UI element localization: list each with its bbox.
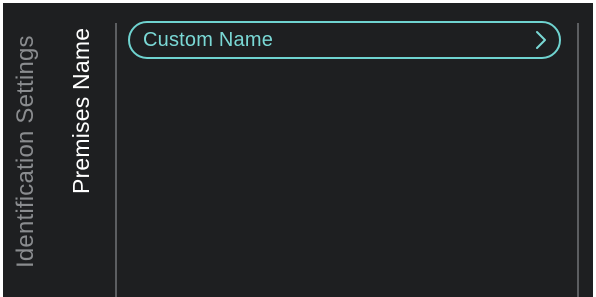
menu-item-label: Custom Name xyxy=(143,28,274,51)
breadcrumb-parent: Identification Settings xyxy=(12,35,39,268)
settings-screen: Identification Settings Premises Name Cu… xyxy=(3,3,593,297)
chevron-right-icon xyxy=(533,29,549,51)
right-divider xyxy=(577,23,579,297)
left-divider xyxy=(115,23,117,297)
custom-name-menu-item[interactable]: Custom Name xyxy=(128,21,561,59)
page-title: Premises Name xyxy=(68,27,94,194)
